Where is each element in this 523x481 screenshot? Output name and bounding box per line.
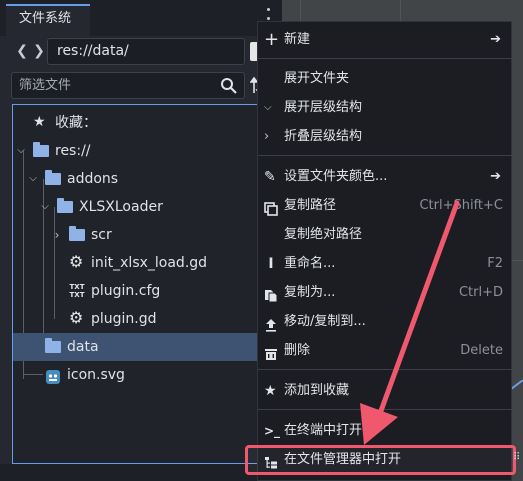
tree-item-data[interactable]: data [13, 333, 271, 361]
text-cursor-icon: I [268, 256, 274, 272]
gear-icon: ⚙ [69, 308, 84, 327]
star-icon: ★ [33, 114, 46, 130]
chevron-down-icon: ⌵ [264, 102, 272, 113]
menu-shortcut: F2 [487, 256, 503, 271]
file-tree[interactable]: ★ 收藏： ⌵ res:// ⌵ addons ⌵ XLSXLoader › s… [12, 104, 282, 464]
tree-item-label: addons [67, 171, 119, 187]
terminal-icon: >_ [264, 424, 281, 438]
chevron-right-icon[interactable]: › [51, 221, 63, 249]
tab-filesystem[interactable]: 文件系统 [6, 4, 90, 36]
search-icon [221, 78, 237, 94]
chevron-down-icon[interactable]: ⌵ [27, 165, 39, 193]
menu-item-label: 重命名... [284, 256, 336, 271]
submenu-arrow-icon: ➔ [490, 169, 501, 184]
tree-item-label: res:// [55, 143, 91, 159]
chevron-right-icon: › [264, 129, 270, 144]
menu-item-label: 设置文件夹颜色... [284, 169, 388, 184]
menu-item-expand-hierarchy[interactable]: ⌵ 展开层级结构 [258, 94, 513, 122]
folder-icon [69, 226, 85, 243]
duplicate-icon [264, 286, 278, 303]
menu-item-label: 新建 [284, 32, 311, 47]
copy-icon [264, 199, 278, 216]
filter-files-input[interactable]: 筛选文件 [11, 72, 245, 99]
tree-item-label: data [67, 339, 99, 355]
favorites-label: 收藏： [55, 115, 97, 131]
submenu-arrow-icon: ➔ [490, 32, 501, 47]
chevron-down-icon[interactable]: ⌵ [15, 137, 27, 165]
chevron-down-icon[interactable]: ⌵ [39, 193, 51, 221]
annotation-arrow-icon [360, 200, 460, 445]
tree-item-plugin-cfg[interactable]: TXT TXT plugin.cfg [13, 277, 271, 305]
tree-item-icon-svg[interactable]: icon.svg [13, 361, 271, 389]
menu-item-label: 折叠层级结构 [284, 129, 363, 144]
folder-icon [45, 338, 61, 355]
nav-back-button[interactable]: ❮ [14, 42, 30, 60]
brush-icon: ✎ [264, 169, 276, 185]
tree-item-label: plugin.gd [91, 311, 157, 327]
menu-item-label: 展开文件夹 [284, 71, 350, 86]
tree-item-label: icon.svg [67, 367, 125, 383]
tree-item-addons[interactable]: ⌵ addons [13, 165, 271, 193]
tree-item-favorites[interactable]: ★ 收藏： [13, 109, 271, 137]
menu-separator [258, 58, 513, 59]
menu-item-label: 删除 [284, 343, 311, 358]
folder-icon [33, 142, 49, 159]
folder-icon [45, 170, 61, 187]
menu-item-new[interactable]: + 新建 ➔ [258, 26, 513, 54]
menu-item-label: 复制路径 [284, 198, 337, 213]
tree-item-label: scr [91, 227, 112, 243]
plus-icon: + [264, 29, 280, 50]
menu-item-label: 展开层级结构 [284, 100, 363, 115]
tree-item-xlsxloader[interactable]: ⌵ XLSXLoader [13, 193, 271, 221]
tree-item-res[interactable]: ⌵ res:// [13, 137, 271, 165]
menu-separator [258, 155, 513, 156]
dock-tab-bar: 文件系统 [0, 0, 282, 36]
star-icon: ★ [264, 383, 277, 399]
folder-icon [57, 198, 73, 215]
tree-item-label: init_xlsx_load.gd [91, 255, 208, 271]
path-field[interactable]: res://data/ [47, 38, 245, 65]
tree-item-init-xlsx-load[interactable]: ⚙ init_xlsx_load.gd [13, 249, 271, 277]
menu-item-set-folder-color[interactable]: ✎ 设置文件夹颜色... ➔ [258, 163, 513, 191]
nav-forward-button[interactable]: ❯ [31, 42, 47, 60]
menu-item-expand-folder[interactable]: 展开文件夹 [258, 65, 513, 93]
move-icon [264, 315, 278, 332]
viewport-edge-marker: ⠿ [513, 452, 521, 463]
tree-item-scr[interactable]: › scr [13, 221, 271, 249]
tree-item-plugin-gd[interactable]: ⚙ plugin.gd [13, 305, 271, 333]
filesystem-dock: 文件系统 ❮ ❯ res://data/ 筛选文件 ★ 收藏： ⌵ res:// [0, 0, 282, 481]
trash-icon [264, 344, 278, 360]
filter-placeholder: 筛选文件 [19, 78, 72, 93]
dock-bottom-bar [0, 464, 282, 481]
gear-icon: ⚙ [69, 252, 84, 271]
image-icon [45, 367, 61, 384]
tree-item-label: XLSXLoader [79, 199, 163, 215]
menu-item-label: 复制为... [284, 285, 336, 300]
menu-item-collapse-hierarchy[interactable]: › 折叠层级结构 [258, 123, 513, 151]
tree-item-label: plugin.cfg [91, 283, 161, 299]
text-file-icon: TXT TXT [69, 283, 85, 299]
